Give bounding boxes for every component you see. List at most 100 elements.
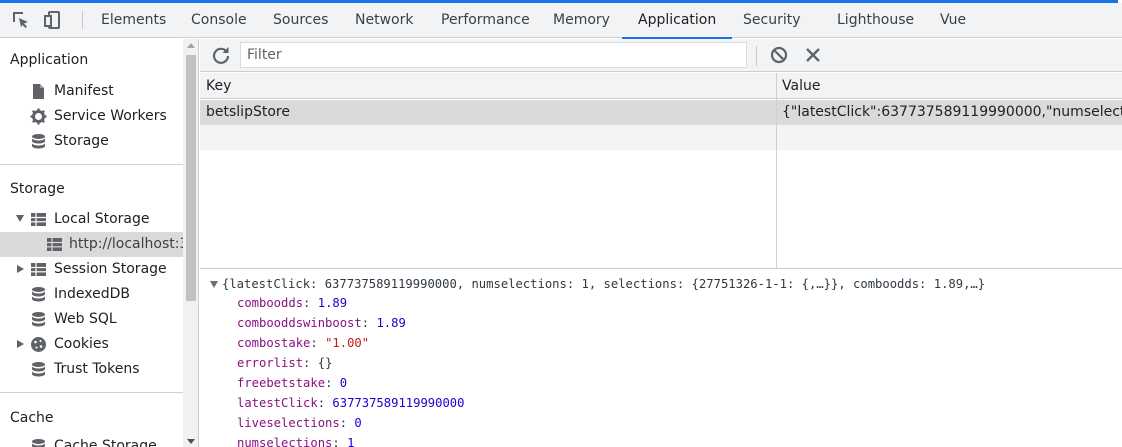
cell-key[interactable]: betslipStore [206, 104, 290, 120]
sidebar-item-label: Cache Storage [54, 438, 157, 447]
section-title-application: Application [10, 52, 89, 68]
sidebar-item-cookies[interactable]: Cookies [0, 332, 183, 357]
object-property: freebetstake: 0 [237, 376, 348, 390]
property-value: "1.00" [325, 336, 370, 350]
object-property: numselections: 1 [237, 436, 354, 447]
property-value: 1 [347, 436, 355, 447]
tab-lighthouse[interactable]: Lighthouse [835, 3, 916, 38]
property-value: 0 [354, 416, 362, 430]
clear-all-icon[interactable] [769, 45, 789, 65]
refresh-icon[interactable] [211, 45, 231, 65]
database-icon [32, 312, 45, 327]
toolbar-separator [756, 46, 757, 66]
sidebar-item-label: Local Storage [54, 211, 150, 227]
tab-elements[interactable]: Elements [99, 3, 168, 38]
sidebar-item-manifest[interactable]: Manifest [0, 79, 183, 104]
scroll-down-arrow-icon[interactable] [187, 439, 195, 444]
property-name: errorlist [237, 356, 304, 370]
filter-input[interactable] [240, 42, 747, 68]
sidebar-item-storage-overview[interactable]: Storage [0, 129, 183, 154]
database-icon [32, 439, 45, 447]
grid-icon [31, 213, 46, 226]
cookie-icon [31, 337, 46, 352]
tab-network[interactable]: Network [353, 3, 415, 38]
object-property: liveselections: 0 [237, 416, 362, 430]
section-title-storage: Storage [10, 181, 65, 197]
inspect-element-icon[interactable] [11, 10, 31, 30]
value-preview: {latestClick: 637737589119990000, numsel… [200, 269, 1122, 447]
section-divider [0, 164, 183, 165]
application-sidebar: Application Manifest Service Workers Sto… [0, 39, 183, 447]
sidebar-item-indexeddb[interactable]: IndexedDB [0, 282, 183, 307]
tab-application[interactable]: Application [621, 3, 733, 39]
sidebar-item-local-storage[interactable]: Local Storage [0, 207, 183, 232]
sidebar-item-label: IndexedDB [54, 286, 130, 302]
tab-security[interactable]: Security [741, 3, 803, 38]
collapse-arrow-icon[interactable] [210, 281, 218, 288]
column-header-key[interactable]: Key [206, 78, 231, 94]
sidebar-item-label: Manifest [54, 83, 114, 99]
property-name: latestClick [237, 396, 318, 410]
sidebar-item-cache-storage[interactable]: Cache Storage [0, 434, 183, 447]
sidebar-item-label: http://localhost:3 [69, 236, 183, 252]
property-value: 1.89 [376, 316, 406, 330]
scrollbar-thumb[interactable] [186, 55, 196, 301]
expand-arrow-icon[interactable] [17, 265, 24, 273]
object-property: latestClick: 637737589119990000 [237, 396, 465, 410]
object-property: combooddswinboost: 1.89 [237, 316, 406, 330]
database-icon [32, 287, 45, 302]
storage-toolbar [200, 39, 1122, 72]
sidebar-item-localhost-origin[interactable]: http://localhost:3 [0, 232, 183, 257]
tab-bar-separator [82, 11, 83, 29]
property-name: freebetstake [237, 376, 326, 390]
expand-arrow-icon[interactable] [16, 215, 24, 222]
object-property: errorlist: {} [237, 356, 333, 370]
column-header-value[interactable]: Value [782, 78, 820, 94]
sidebar-item-web-sql[interactable]: Web SQL [0, 307, 183, 332]
tab-memory[interactable]: Memory [551, 3, 612, 38]
database-icon [32, 362, 45, 377]
file-icon [33, 84, 44, 99]
storage-data-grid: Key Value betslipStore {"latestClick":63… [200, 73, 1122, 268]
tab-console[interactable]: Console [189, 3, 249, 38]
database-icon [32, 134, 45, 149]
expand-arrow-icon[interactable] [17, 340, 24, 348]
cell-value[interactable]: {"latestClick":637737589119990000,"numse… [782, 104, 1122, 120]
object-property: combostake: "1.00" [237, 336, 370, 350]
column-divider[interactable] [776, 73, 777, 268]
devtools-tab-bar: Elements Console Sources Network Perform… [0, 3, 1122, 39]
property-name: numselections [237, 436, 333, 447]
property-value: 1.89 [317, 296, 348, 310]
sidebar-item-label: Trust Tokens [54, 361, 140, 377]
object-summary[interactable]: {latestClick: 637737589119990000, numsel… [222, 277, 985, 291]
sidebar-item-trust-tokens[interactable]: Trust Tokens [0, 357, 183, 382]
sidebar-item-label: Storage [54, 133, 109, 149]
gear-icon [30, 108, 47, 125]
property-value: 0 [339, 376, 348, 390]
grid-icon [47, 238, 62, 251]
property-value: {} [317, 356, 333, 370]
section-divider [0, 392, 183, 393]
sidebar-item-label: Service Workers [54, 108, 167, 124]
property-value: 637737589119990000 [332, 396, 465, 410]
tab-sources[interactable]: Sources [271, 3, 330, 38]
section-title-cache: Cache [10, 410, 54, 426]
property-name: comboodds [237, 296, 304, 310]
device-toolbar-icon[interactable] [44, 10, 64, 30]
scroll-up-arrow-icon[interactable] [187, 43, 195, 48]
grid-icon [31, 263, 46, 276]
table-row-empty[interactable] [200, 125, 1122, 150]
tab-performance[interactable]: Performance [439, 3, 532, 38]
object-property: comboodds: 1.89 [237, 296, 348, 310]
tab-vue[interactable]: Vue [938, 3, 968, 38]
delete-selected-icon[interactable] [803, 45, 823, 65]
property-name: combostake [237, 336, 311, 350]
sidebar-item-session-storage[interactable]: Session Storage [0, 257, 183, 282]
property-name: liveselections [237, 416, 340, 430]
property-name: combooddswinboost [237, 316, 362, 330]
sidebar-scrollbar[interactable] [183, 39, 199, 447]
sidebar-item-label: Cookies [54, 336, 109, 352]
sidebar-item-label: Web SQL [54, 311, 117, 327]
table-row[interactable]: betslipStore {"latestClick":637737589119… [200, 100, 1122, 125]
sidebar-item-service-workers[interactable]: Service Workers [0, 104, 183, 129]
